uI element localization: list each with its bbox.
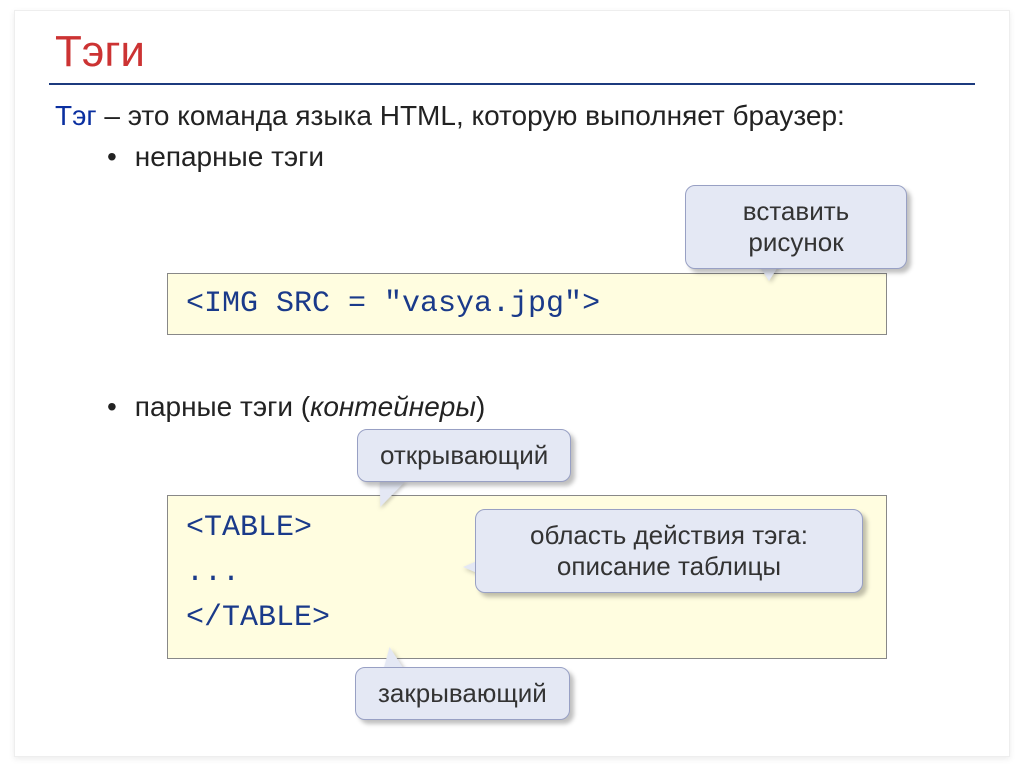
bullet-unpaired-text: непарные тэги: [135, 141, 324, 172]
bullet-paired-italic: контейнеры: [310, 391, 476, 422]
title-rule: [49, 83, 975, 85]
bullet-paired-suffix: ): [476, 391, 485, 422]
note-insert-image: вставить рисунок: [685, 185, 907, 269]
note-tag-scope: область действия тэга: описание таблицы: [475, 509, 863, 593]
bullet-dot-icon: •: [107, 391, 127, 423]
bullet-paired-prefix: парные тэги (: [135, 391, 310, 422]
slide-frame: Тэги Тэг – это команда языка HTML, котор…: [14, 10, 1010, 757]
code-img-box: <IMG SRC = "vasya.jpg">: [167, 273, 887, 335]
note-closing-tag: закрывающий: [355, 667, 570, 720]
definition-text: – это команда языка HTML, которую выполн…: [104, 100, 844, 131]
definition-paragraph: Тэг – это команда языка HTML, которую вы…: [15, 99, 1009, 133]
term-lead: Тэг: [55, 100, 97, 131]
slide-title: Тэги: [15, 11, 1009, 77]
code-img: <IMG SRC = "vasya.jpg">: [186, 287, 600, 321]
bullet-paired: • парные тэги (контейнеры): [15, 391, 485, 423]
bullet-dot-icon: •: [107, 141, 127, 173]
note-opening-tag: открывающий: [357, 429, 571, 482]
bullet-unpaired: • непарные тэги: [15, 141, 1009, 173]
code-table-close: </TABLE>: [186, 596, 868, 641]
